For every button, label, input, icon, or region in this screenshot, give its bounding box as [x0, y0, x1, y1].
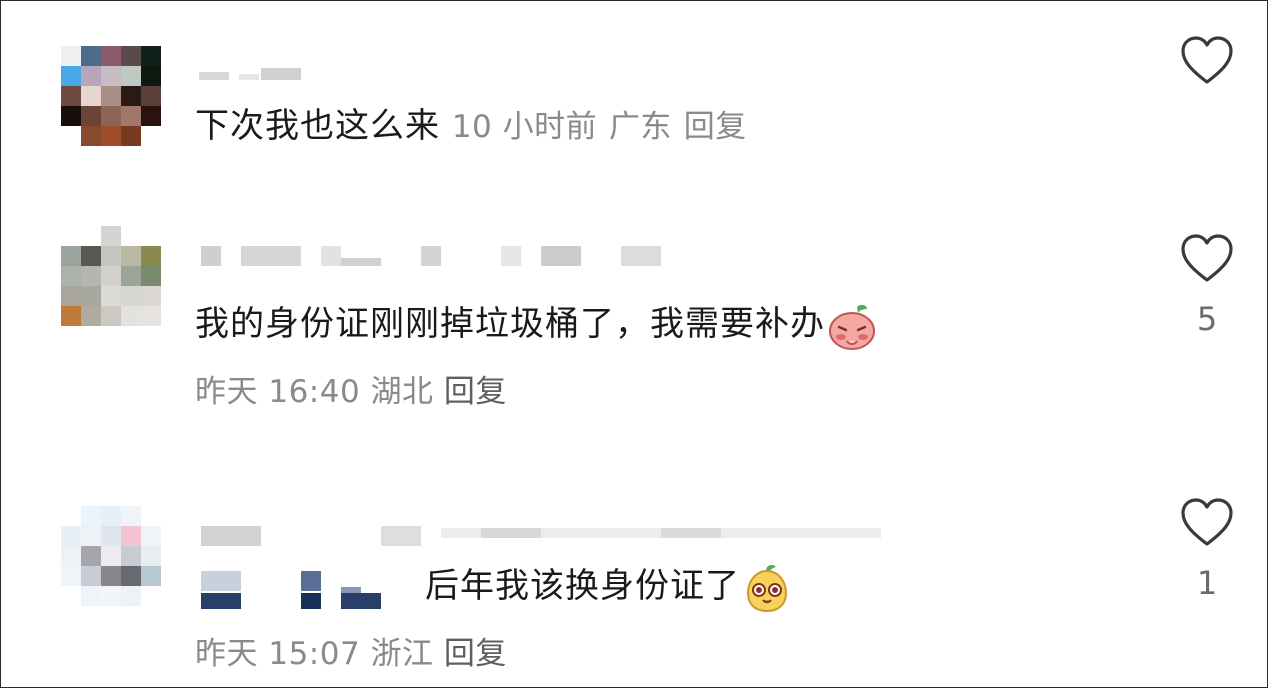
comment-time: 昨天 15:07	[195, 636, 361, 672]
heart-outline-icon	[1181, 498, 1233, 546]
comment-list: 下次我也这么来 10 小时前 广东 回复 我的身份证刚刚掉垃圾桶了，我需要补办 …	[0, 0, 1268, 688]
comment-location: 浙江	[370, 636, 434, 672]
comment-text: 后年我该换身份证了	[425, 566, 740, 606]
heart-outline-icon	[1181, 36, 1233, 84]
reply-button[interactable]: 回复	[444, 374, 507, 410]
comment-meta: 昨天 15:07 浙江 回复	[195, 628, 507, 673]
yellow-pear-face-emoji	[746, 564, 788, 612]
username-blurred[interactable]	[197, 246, 677, 266]
reply-button[interactable]: 回复	[444, 636, 507, 672]
comment-meta: 昨天 16:40 湖北 回复	[195, 366, 507, 411]
avatar[interactable]	[61, 506, 161, 606]
comment-body: 后年我该换身份证了	[195, 558, 792, 613]
comment-text: 我的身份证刚刚掉垃圾桶了，我需要补办	[195, 304, 825, 344]
like-button[interactable]	[1179, 496, 1235, 548]
pleading-peach-emoji	[829, 304, 875, 350]
heart-outline-icon	[1181, 234, 1233, 282]
reply-button[interactable]: 回复	[684, 109, 747, 145]
like-count: 5	[1196, 300, 1218, 338]
avatar[interactable]	[61, 226, 161, 326]
like-button[interactable]	[1179, 34, 1235, 86]
comment-time: 10 小时前	[451, 109, 598, 145]
comment-body: 下次我也这么来 10 小时前 广东 回复	[195, 98, 747, 147]
comment-text: 下次我也这么来	[195, 106, 440, 146]
blurred-mention	[195, 563, 425, 613]
comment-body: 我的身份证刚刚掉垃圾桶了，我需要补办	[195, 296, 877, 351]
comment-time: 昨天 16:40	[195, 374, 361, 410]
comment-location: 湖北	[370, 374, 434, 410]
username-blurred[interactable]	[197, 526, 897, 546]
like-count: 1	[1196, 564, 1218, 602]
avatar[interactable]	[61, 46, 161, 146]
like-button[interactable]	[1179, 232, 1235, 284]
comment-location: 广东	[608, 109, 672, 145]
